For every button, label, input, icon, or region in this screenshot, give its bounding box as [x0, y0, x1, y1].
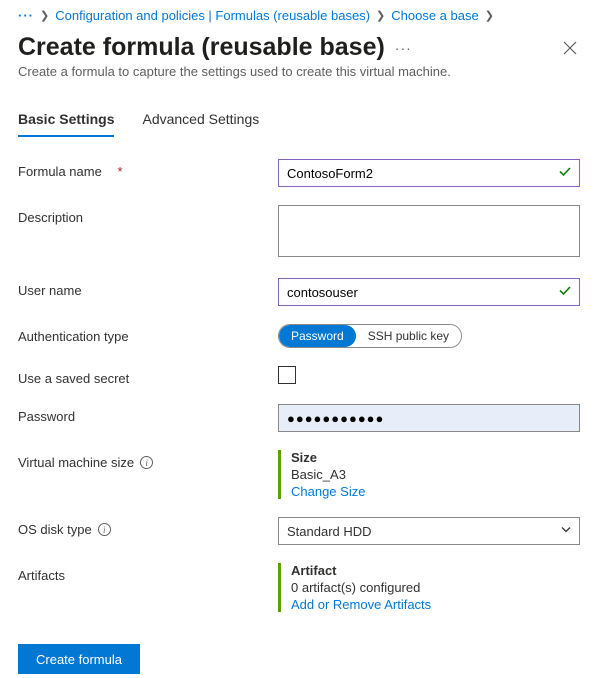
vm-size-heading: Size: [291, 450, 580, 465]
breadcrumb-overflow[interactable]: ···: [18, 8, 34, 23]
page-title: Create formula (reusable base): [18, 33, 385, 62]
description-input[interactable]: [278, 205, 580, 257]
os-disk-selected-value: Standard HDD: [287, 524, 372, 539]
close-icon: [563, 41, 577, 55]
saved-secret-label: Use a saved secret: [18, 366, 278, 386]
checkmark-icon: [558, 284, 572, 301]
vm-size-block: Size Basic_A3 Change Size: [278, 450, 580, 499]
os-disk-select[interactable]: Standard HDD: [278, 517, 580, 545]
chevron-right-icon: ❯: [376, 9, 385, 22]
auth-type-toggle: Password SSH public key: [278, 324, 462, 348]
add-remove-artifacts-link[interactable]: Add or Remove Artifacts: [291, 597, 431, 612]
os-disk-label: OS disk type i: [18, 517, 278, 537]
required-indicator: *: [117, 164, 122, 179]
formula-name-input[interactable]: [278, 159, 580, 187]
password-label: Password: [18, 404, 278, 424]
username-input[interactable]: [278, 278, 580, 306]
checkmark-icon: [558, 165, 572, 182]
artifacts-count: 0 artifact(s) configured: [291, 580, 580, 595]
breadcrumb-item-policies[interactable]: Configuration and policies | Formulas (r…: [55, 8, 370, 23]
artifacts-heading: Artifact: [291, 563, 580, 578]
info-icon[interactable]: i: [140, 456, 153, 469]
auth-type-label: Authentication type: [18, 324, 278, 344]
breadcrumb: ··· ❯ Configuration and policies | Formu…: [18, 8, 580, 23]
formula-name-label: Formula name *: [18, 159, 278, 179]
chevron-right-icon: ❯: [485, 9, 494, 22]
close-button[interactable]: [560, 38, 580, 58]
tab-advanced-settings[interactable]: Advanced Settings: [142, 105, 259, 137]
vm-size-value: Basic_A3: [291, 467, 580, 482]
tab-basic-settings[interactable]: Basic Settings: [18, 105, 114, 137]
vm-size-label: Virtual machine size i: [18, 450, 278, 470]
breadcrumb-item-choose-base[interactable]: Choose a base: [391, 8, 478, 23]
username-label: User name: [18, 278, 278, 298]
more-actions-icon[interactable]: ···: [395, 40, 412, 56]
chevron-right-icon: ❯: [40, 9, 49, 22]
artifacts-label: Artifacts: [18, 563, 278, 583]
page-header: Create formula (reusable base) ···: [18, 33, 580, 62]
description-label: Description: [18, 205, 278, 225]
info-icon[interactable]: i: [98, 523, 111, 536]
create-formula-button[interactable]: Create formula: [18, 644, 140, 674]
page-subtitle: Create a formula to capture the settings…: [18, 64, 580, 79]
artifacts-block: Artifact 0 artifact(s) configured Add or…: [278, 563, 580, 612]
password-input[interactable]: [278, 404, 580, 432]
change-size-link[interactable]: Change Size: [291, 484, 365, 499]
tab-strip: Basic Settings Advanced Settings: [18, 105, 580, 137]
saved-secret-checkbox[interactable]: [278, 366, 296, 384]
auth-option-ssh[interactable]: SSH public key: [356, 325, 461, 347]
auth-option-password[interactable]: Password: [279, 325, 356, 347]
